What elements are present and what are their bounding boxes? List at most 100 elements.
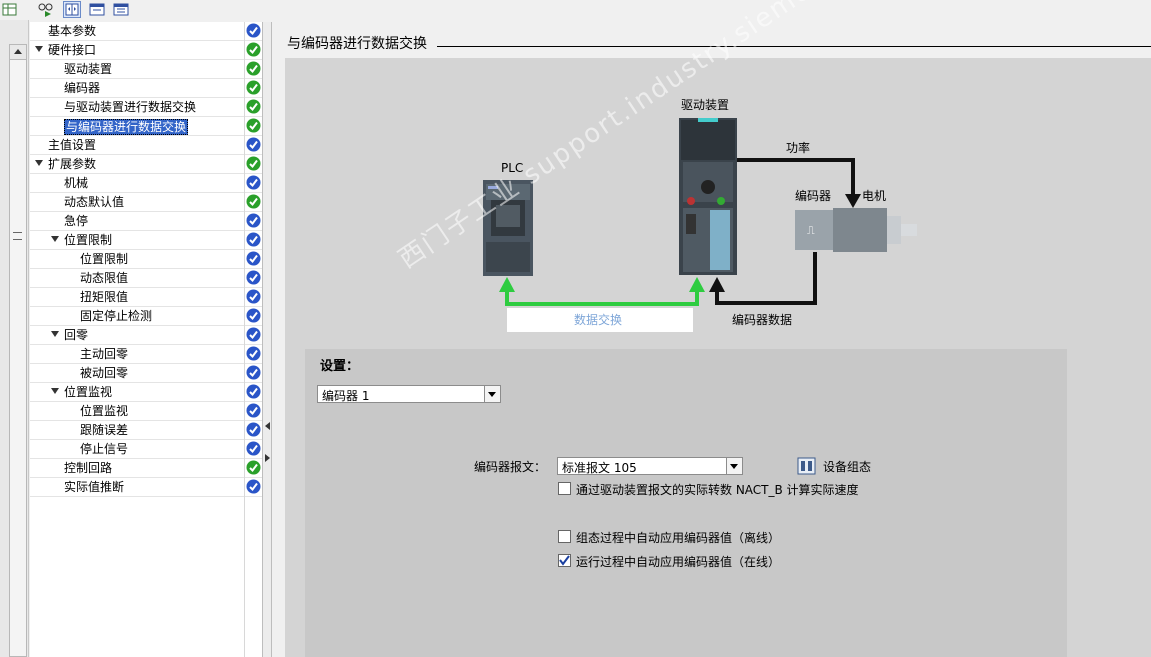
plc-device (483, 180, 533, 276)
tree-item-label: 与驱动装置进行数据交换 (64, 100, 197, 114)
status-ok-blue-icon (246, 327, 261, 342)
tree-item-label: 位置限制 (80, 252, 129, 266)
tree-item[interactable]: 固定停止检测 (30, 307, 262, 326)
device-config-icon[interactable] (797, 456, 817, 479)
status-ok-blue-icon (246, 441, 261, 456)
scroll-up-button[interactable] (10, 45, 26, 60)
expand-arrow-icon[interactable] (35, 160, 43, 166)
tree-item[interactable]: 编码器 (30, 79, 262, 98)
status-ok-blue-icon (246, 232, 261, 247)
status-ok-green-icon (246, 194, 261, 209)
scroll-grip-icon[interactable] (13, 232, 22, 240)
svg-text:⎍: ⎍ (807, 224, 815, 237)
telegram-select-value: 标准报文 105 (562, 461, 637, 475)
expand-tree-icon[interactable] (112, 1, 130, 18)
online-glasses-icon[interactable] (37, 1, 55, 18)
status-ok-blue-icon (246, 365, 261, 380)
chevron-down-icon[interactable] (726, 458, 742, 474)
status-ok-blue-icon (246, 251, 261, 266)
tree-item[interactable]: 动态默认值 (30, 193, 262, 212)
tree-item[interactable]: 与驱动装置进行数据交换 (30, 98, 262, 117)
tree-item[interactable]: 机械 (30, 174, 262, 193)
status-ok-blue-icon (246, 346, 261, 361)
toolbar (0, 0, 1151, 20)
left-scrollbar[interactable] (9, 44, 27, 657)
nact-b-label: 通过驱动装置报文的实际转数 NACT_B 计算实际速度 (576, 483, 859, 497)
page-title: 与编码器进行数据交换 (287, 36, 427, 52)
chevron-down-icon[interactable] (484, 386, 500, 402)
panel-splitter[interactable] (262, 22, 272, 657)
drive-label: 驱动装置 (681, 98, 730, 112)
status-ok-blue-icon (246, 213, 261, 228)
tree-item-label: 跟随误差 (80, 423, 129, 437)
status-ok-blue-icon (246, 289, 261, 304)
tree-item-label: 位置限制 (64, 233, 113, 247)
data-exchange-arrow (499, 277, 705, 306)
status-ok-blue-icon (246, 23, 261, 38)
tree-item[interactable]: 驱动装置 (30, 60, 262, 79)
expand-arrow-icon[interactable] (51, 388, 59, 394)
title-divider (437, 46, 1151, 47)
tree-item-label: 基本参数 (48, 24, 97, 38)
tree-item[interactable]: 硬件接口 (30, 41, 262, 60)
tree-item[interactable]: 停止信号 (30, 440, 262, 459)
tree-item[interactable]: 位置限制 (30, 231, 262, 250)
tree-item-label: 位置监视 (64, 385, 113, 399)
data-exchange-label: 数据交换 (574, 313, 623, 327)
collapse-tree-icon[interactable] (88, 1, 106, 18)
tree-item-label: 硬件接口 (48, 43, 97, 57)
expand-right-icon[interactable] (265, 454, 270, 462)
expand-arrow-icon[interactable] (51, 236, 59, 242)
tree-item[interactable]: 与编码器进行数据交换 (30, 117, 262, 136)
expand-arrow-icon[interactable] (35, 46, 43, 52)
tree-item[interactable]: 基本参数 (30, 22, 262, 41)
tree-item[interactable]: 回零 (30, 326, 262, 345)
tree-item-label: 扩展参数 (48, 157, 97, 171)
tree-item-label: 急停 (64, 214, 89, 228)
status-ok-blue-icon (246, 308, 261, 323)
table-icon[interactable] (1, 1, 19, 18)
tree-item[interactable]: 跟随误差 (30, 421, 262, 440)
tree-item-label: 回零 (64, 328, 89, 342)
expand-arrow-icon[interactable] (51, 331, 59, 337)
status-ok-blue-icon (246, 384, 261, 399)
encoder-select[interactable]: 编码器 1 (317, 385, 501, 403)
status-ok-green-icon (246, 460, 261, 475)
tree-item[interactable]: 扩展参数 (30, 155, 262, 174)
plc-label: PLC (501, 161, 524, 175)
tree-item[interactable]: 扭矩限值 (30, 288, 262, 307)
nact-b-checkbox[interactable] (558, 482, 571, 495)
status-ok-green-icon (246, 156, 261, 171)
tree-item[interactable]: 主动回零 (30, 345, 262, 364)
tree-item-label: 动态默认值 (64, 195, 125, 209)
tree-item[interactable]: 位置监视 (30, 402, 262, 421)
device-config-link[interactable]: 设备组态 (823, 458, 871, 475)
status-ok-green-icon (246, 118, 261, 133)
tree-item-label: 固定停止检测 (80, 309, 153, 323)
telegram-label: 编码器报文： (474, 460, 547, 474)
tree-item-label: 实际值推断 (64, 480, 125, 494)
tree-item[interactable]: 实际值推断 (30, 478, 262, 497)
status-ok-green-icon (246, 99, 261, 114)
parameter-tree: 基本参数硬件接口驱动装置编码器与驱动装置进行数据交换与编码器进行数据交换 主值设置… (30, 22, 262, 657)
telegram-select[interactable]: 标准报文 105 (557, 457, 743, 475)
settings-title: 设置： (320, 359, 360, 374)
online-apply-checkbox[interactable] (558, 554, 571, 567)
tree-item[interactable]: 主值设置 (30, 136, 262, 155)
tree-item[interactable]: 位置限制 (30, 250, 262, 269)
tree-item[interactable]: 位置监视 (30, 383, 262, 402)
tree-item[interactable]: 急停 (30, 212, 262, 231)
tree-item-label: 位置监视 (80, 404, 129, 418)
expand-columns-icon[interactable] (63, 1, 81, 18)
tree-item[interactable]: 控制回路 (30, 459, 262, 478)
online-apply-label: 运行过程中自动应用编码器值（在线） (576, 555, 781, 569)
collapse-left-icon[interactable] (265, 422, 270, 430)
tree-item-label: 编码器 (64, 81, 101, 95)
status-ok-green-icon (246, 42, 261, 57)
tree-item[interactable]: 动态限值 (30, 269, 262, 288)
offline-apply-checkbox[interactable] (558, 530, 571, 543)
status-ok-blue-icon (246, 270, 261, 285)
tree-item[interactable]: 被动回零 (30, 364, 262, 383)
tree-item-label: 动态限值 (80, 271, 129, 285)
tree-item-label: 驱动装置 (64, 62, 113, 76)
